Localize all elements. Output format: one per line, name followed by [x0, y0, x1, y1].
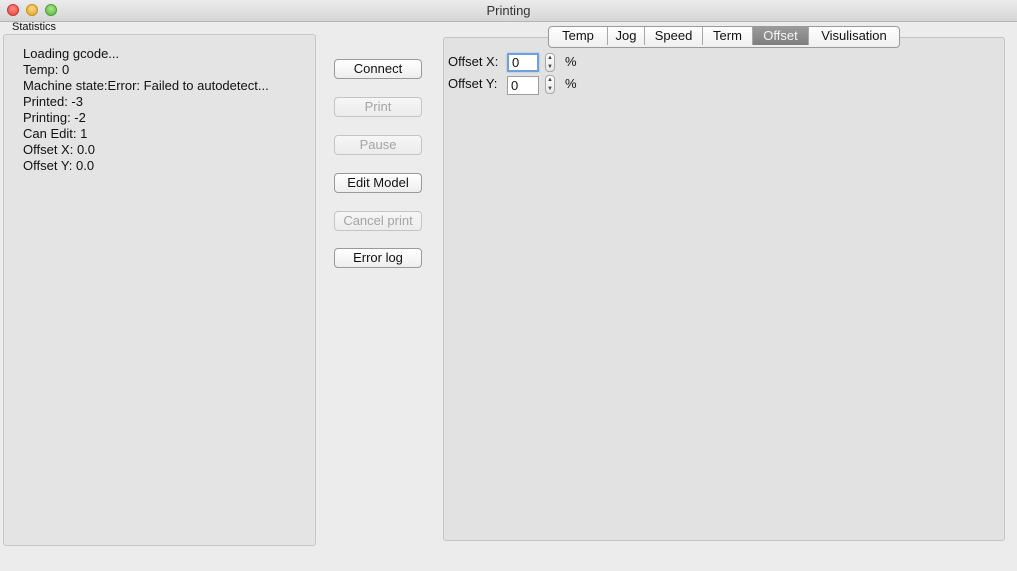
offset-y-stepper[interactable]: ▲ ▼ [545, 75, 555, 94]
print-button[interactable]: Print [334, 97, 422, 117]
window-titlebar: Printing [0, 0, 1017, 22]
stat-printed: Printed: -3 [23, 94, 83, 109]
stepper-down-icon[interactable]: ▼ [546, 85, 554, 93]
statistics-list: Loading gcode... Temp: 0 Machine state:E… [23, 46, 269, 174]
pause-button[interactable]: Pause [334, 135, 422, 155]
tab-jog[interactable]: Jog [608, 27, 645, 45]
tab-bar: Temp Jog Speed Term Offset Visulisation [548, 26, 900, 48]
tab-term[interactable]: Term [703, 27, 753, 45]
stat-offset-y: Offset Y: 0.0 [23, 158, 95, 173]
stat-printing: Printing: -2 [23, 110, 86, 125]
offset-x-input[interactable] [507, 53, 539, 72]
offset-y-label: Offset Y: [448, 76, 498, 91]
statistics-panel: Loading gcode... Temp: 0 Machine state:E… [3, 34, 316, 546]
offset-y-unit: % [565, 76, 577, 91]
stat-loading: Loading gcode... [23, 46, 120, 61]
stat-can-edit: Can Edit: 1 [23, 126, 88, 141]
offset-x-stepper[interactable]: ▲ ▼ [545, 53, 555, 72]
connect-button[interactable]: Connect [334, 59, 422, 79]
error-log-button[interactable]: Error log [334, 248, 422, 268]
tab-temp[interactable]: Temp [549, 27, 608, 45]
stepper-up-icon[interactable]: ▲ [546, 76, 554, 84]
stepper-down-icon[interactable]: ▼ [546, 63, 554, 71]
offset-x-unit: % [565, 54, 577, 69]
stepper-up-icon[interactable]: ▲ [546, 54, 554, 62]
edit-model-button[interactable]: Edit Model [334, 173, 422, 193]
tab-speed[interactable]: Speed [645, 27, 703, 45]
offset-x-label: Offset X: [448, 54, 499, 69]
stat-machine-state: Machine state:Error: Failed to autodetec… [23, 78, 269, 93]
offset-y-input[interactable] [507, 76, 539, 95]
statistics-label: Statistics [12, 21, 57, 33]
stat-temp: Temp: 0 [23, 62, 70, 77]
tab-visulisation[interactable]: Visulisation [809, 27, 899, 45]
offset-tab-panel [443, 37, 1005, 541]
tab-offset[interactable]: Offset [753, 27, 809, 45]
window-title: Printing [486, 3, 531, 18]
stat-offset-x: Offset X: 0.0 [23, 142, 96, 157]
cancel-print-button[interactable]: Cancel print [334, 211, 422, 231]
